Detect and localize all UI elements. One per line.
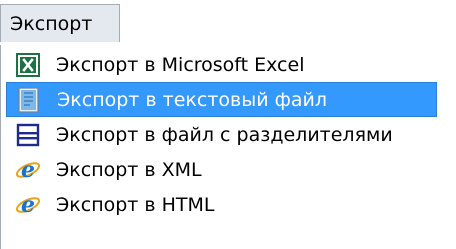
svg-text:e: e — [21, 192, 35, 218]
menu-item-label: Экспорт в текстовый файл — [57, 88, 327, 111]
menu-item-label: Экспорт в Microsoft Excel — [56, 53, 305, 76]
export-menu-window: Экспорт Экспорт в Microsoft Excel Экспор… — [0, 0, 456, 249]
internet-explorer-icon: e — [12, 191, 44, 219]
menu-item-export-delimited[interactable]: Экспорт в файл с разделителями — [6, 117, 456, 152]
menu-item-export-xml[interactable]: e Экспорт в XML — [6, 152, 456, 187]
menu-item-export-excel[interactable]: Экспорт в Microsoft Excel — [6, 47, 456, 82]
menu-item-label: Экспорт в HTML — [56, 193, 215, 216]
menu-item-label: Экспорт в XML — [56, 158, 202, 181]
menu-item-export-html[interactable]: e Экспорт в HTML — [6, 187, 456, 222]
menubar-export-label: Экспорт — [10, 12, 93, 35]
internet-explorer-icon: e — [12, 156, 44, 184]
export-dropdown-menu: Экспорт в Microsoft Excel Экспорт в текс… — [0, 45, 456, 249]
menu-item-label: Экспорт в файл с разделителями — [56, 123, 393, 146]
delimited-file-icon — [12, 121, 44, 149]
menubar-export[interactable]: Экспорт — [0, 4, 120, 42]
excel-icon — [12, 51, 44, 79]
text-file-icon — [13, 86, 45, 114]
svg-text:e: e — [21, 157, 35, 183]
menu-item-export-text-file[interactable]: Экспорт в текстовый файл — [6, 82, 437, 117]
